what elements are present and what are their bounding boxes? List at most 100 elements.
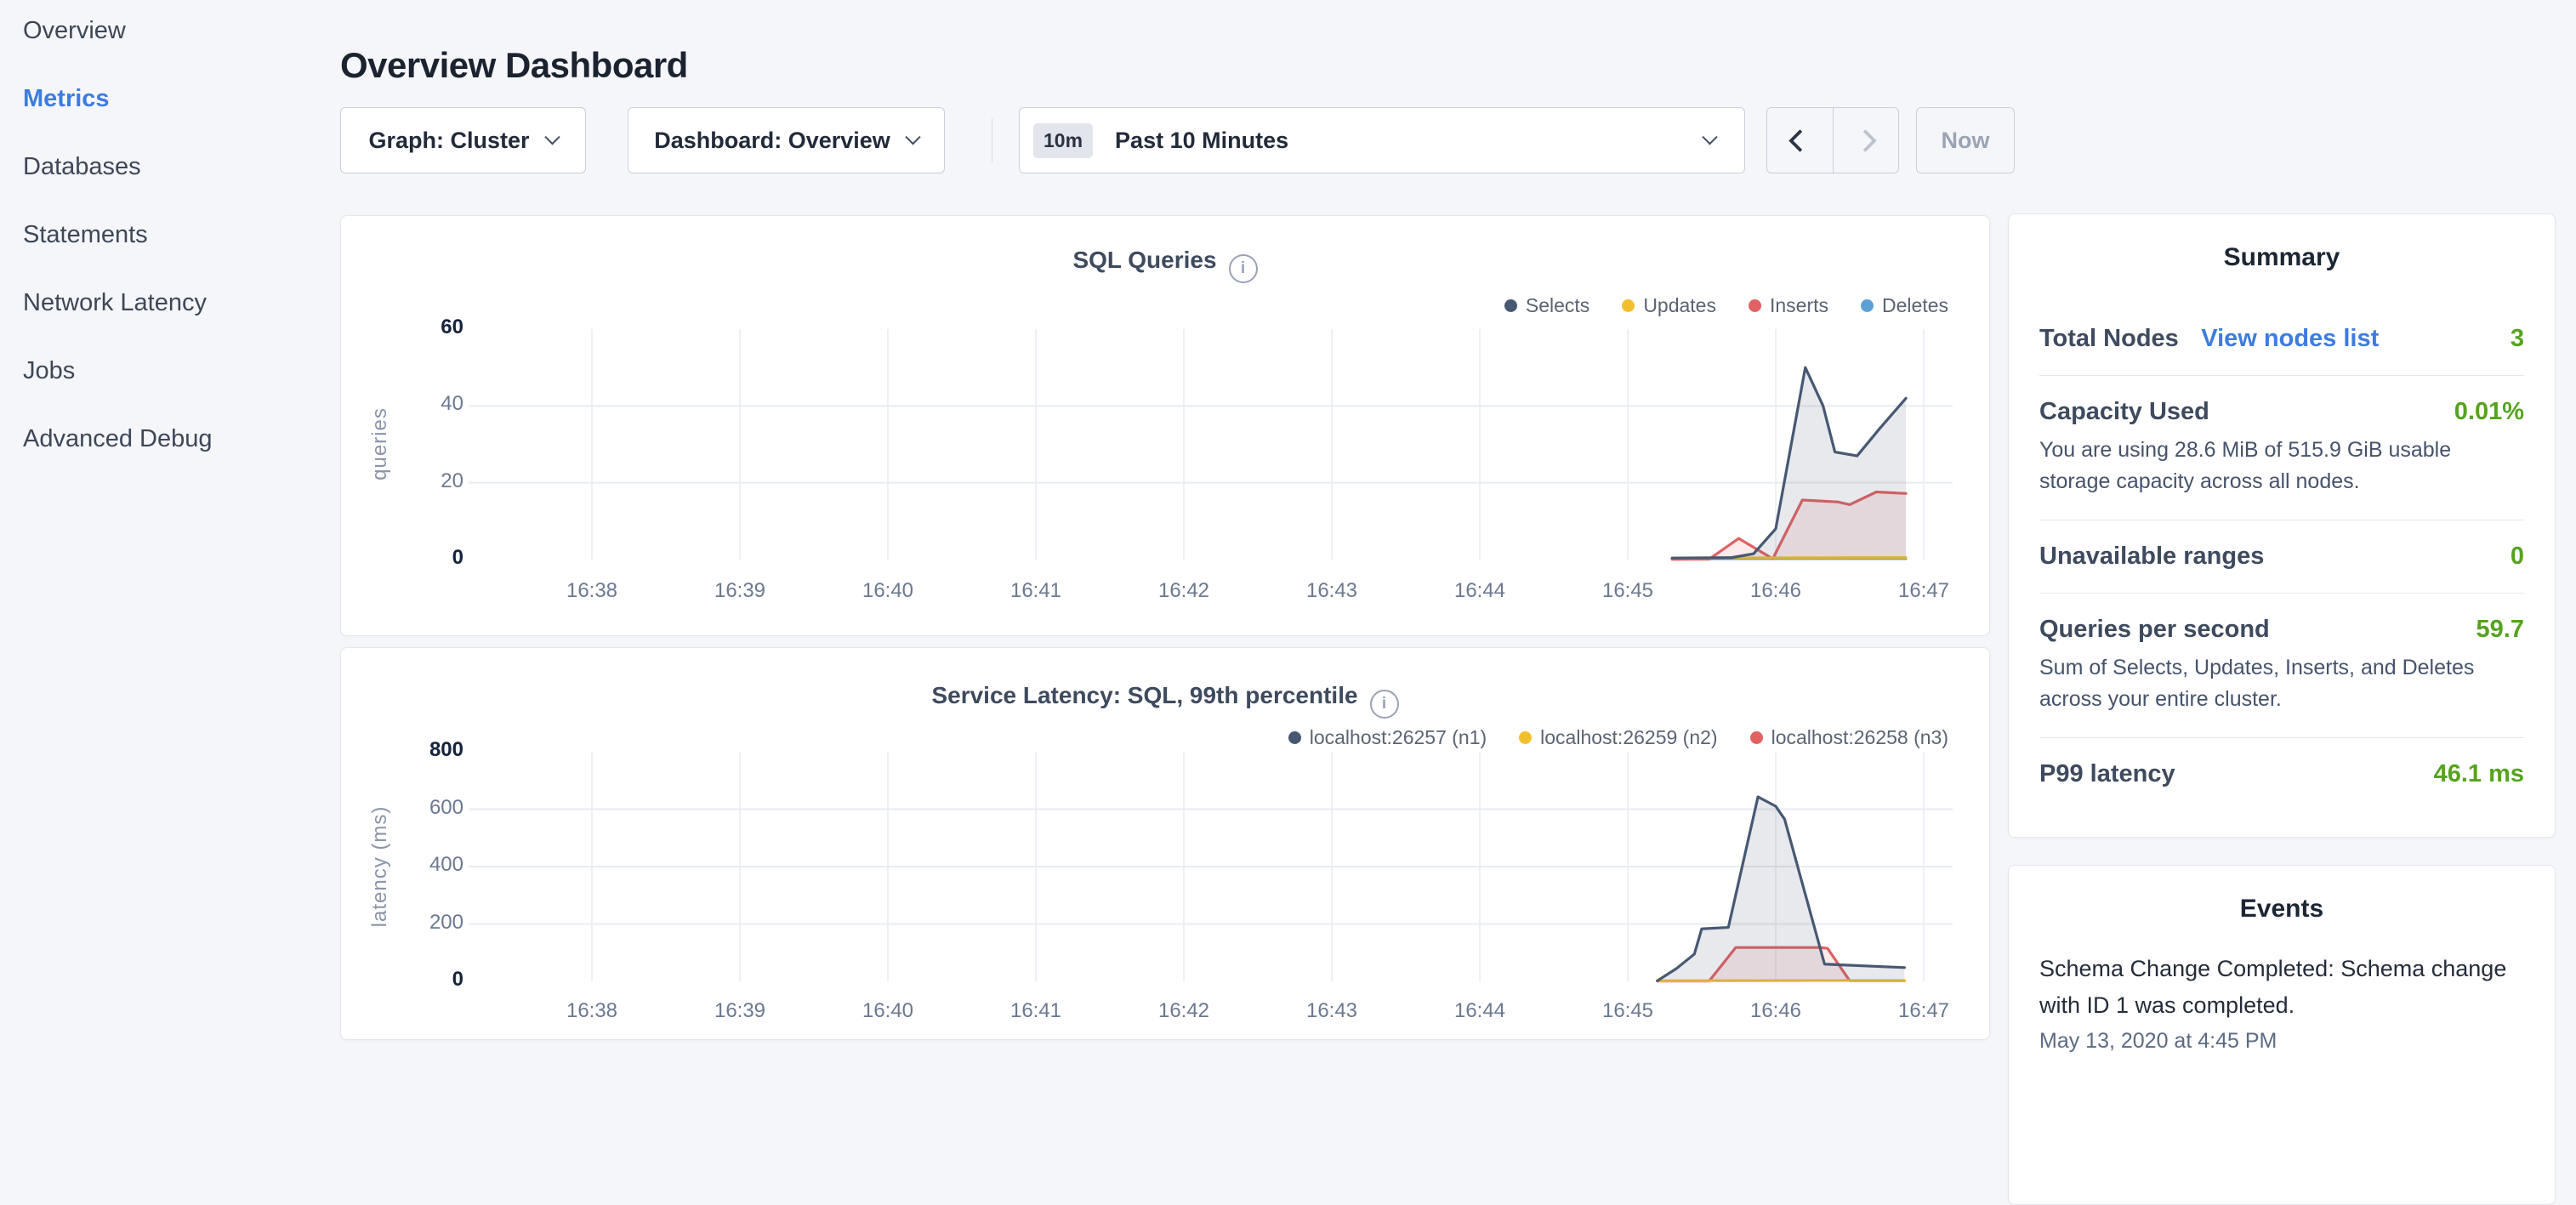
service-latency-plot[interactable]	[469, 747, 1965, 995]
chart-title: Service Latency: SQL, 99th percentile i	[341, 682, 1989, 719]
legend-dot-icon	[1622, 299, 1635, 312]
legend-dot-icon	[1749, 299, 1761, 312]
legend-item: Inserts	[1749, 294, 1828, 317]
events-panel: Events Schema Change Completed: Schema c…	[2008, 865, 2556, 1205]
chart-legend: Selects Updates Inserts Deletes	[1504, 294, 1948, 317]
chart-title-text: SQL Queries	[1072, 247, 1216, 273]
sidebar-item-metrics[interactable]: Metrics	[23, 82, 110, 116]
sql-queries-plot[interactable]	[469, 324, 1965, 566]
legend-label: Selects	[1526, 294, 1589, 317]
chart-title: SQL Queries i	[341, 247, 1989, 283]
time-step-forward-button[interactable]	[1833, 108, 1899, 173]
y-axis-tick-label: 40	[378, 392, 463, 416]
legend-label: localhost:26259 (n2)	[1540, 726, 1717, 749]
sidebar-item-advanced-debug[interactable]: Advanced Debug	[23, 422, 213, 456]
x-axis-tick-label: 16:41	[998, 999, 1074, 1023]
info-icon[interactable]: i	[1370, 690, 1399, 719]
sql-queries-chart-card: SQL Queries i Selects Updates Inserts Delete…	[340, 215, 1990, 636]
legend-label: Updates	[1643, 294, 1716, 317]
x-axis-tick-label: 16:40	[850, 999, 926, 1023]
y-axis-tick-label: 0	[378, 968, 463, 992]
x-axis-tick-label: 16:42	[1146, 999, 1222, 1023]
legend-item: Updates	[1622, 294, 1716, 317]
x-axis-tick-label: 16:43	[1294, 999, 1370, 1023]
summary-value: 46.1 ms	[2434, 760, 2524, 788]
graph-scope-label: Graph: Cluster	[368, 128, 529, 154]
x-axis-tick-label: 16:42	[1146, 579, 1222, 603]
legend-item: Deletes	[1861, 294, 1948, 317]
chevron-left-icon	[1788, 129, 1811, 152]
legend-item: localhost:26257 (n1)	[1288, 726, 1487, 749]
legend-item: localhost:26258 (n3)	[1750, 726, 1948, 749]
summary-row-unavailable-ranges: Unavailable ranges 0	[2039, 543, 2524, 571]
x-axis-tick-label: 16:38	[554, 579, 630, 603]
now-button-label: Now	[1942, 128, 1990, 154]
y-axis-tick-label: 200	[378, 911, 463, 935]
x-axis-tick-label: 16:45	[1589, 999, 1666, 1023]
now-button[interactable]: Now	[1916, 107, 2015, 173]
dashboard-dropdown[interactable]: Dashboard: Overview	[628, 107, 945, 173]
y-axis-tick-label: 600	[378, 796, 463, 820]
x-axis-tick-label: 16:39	[702, 579, 778, 603]
event-list-item[interactable]: Schema Change Completed: Schema change w…	[2039, 951, 2524, 1024]
y-axis-tick-label: 20	[378, 469, 463, 493]
summary-label: Capacity Used	[2039, 398, 2209, 426]
summary-subtext: Sum of Selects, Updates, Inserts, and De…	[2039, 652, 2524, 715]
time-range-badge: 10m	[1033, 123, 1093, 158]
dashboard-dropdown-label: Dashboard: Overview	[654, 128, 890, 154]
summary-label: Unavailable ranges	[2039, 543, 2264, 571]
sidebar-item-network-latency[interactable]: Network Latency	[23, 286, 207, 320]
summary-row-total-nodes: Total Nodes View nodes list 3	[2039, 325, 2524, 353]
legend-dot-icon	[1288, 731, 1301, 744]
summary-title: Summary	[2039, 243, 2524, 272]
legend-label: localhost:26257 (n1)	[1310, 726, 1487, 749]
page-title: Overview Dashboard	[340, 43, 688, 88]
legend-item: localhost:26259 (n2)	[1519, 726, 1717, 749]
x-axis-tick-label: 16:47	[1885, 999, 1962, 1023]
y-axis-tick-label: 0	[378, 546, 463, 570]
x-axis-tick-label: 16:41	[998, 579, 1074, 603]
summary-label: Queries per second	[2039, 616, 2270, 644]
summary-row-capacity-used: Capacity Used 0.01%	[2039, 398, 2524, 426]
sidebar-item-databases[interactable]: Databases	[23, 150, 141, 184]
sidebar-item-statements[interactable]: Statements	[23, 218, 148, 252]
summary-value: 59.7	[2476, 616, 2524, 644]
time-step-buttons	[1766, 107, 1899, 173]
legend-dot-icon	[1861, 299, 1874, 312]
time-range-dropdown[interactable]: 10m Past 10 Minutes	[1019, 107, 1745, 173]
x-axis-tick-label: 16:38	[554, 999, 630, 1023]
info-icon[interactable]: i	[1229, 254, 1258, 283]
x-axis-tick-label: 16:46	[1737, 999, 1814, 1023]
divider	[2039, 737, 2524, 738]
event-timestamp: May 13, 2020 at 4:45 PM	[2039, 1029, 2524, 1054]
view-nodes-list-link[interactable]: View nodes list	[2201, 325, 2379, 352]
chevron-right-icon	[1854, 129, 1877, 152]
sidebar-item-overview[interactable]: Overview	[23, 14, 126, 48]
graph-scope-dropdown[interactable]: Graph: Cluster	[340, 107, 586, 173]
x-axis-tick-label: 16:44	[1442, 999, 1518, 1023]
chevron-down-icon	[1702, 129, 1717, 145]
y-axis-tick-label: 800	[378, 738, 463, 762]
x-axis-tick-label: 16:40	[850, 579, 926, 603]
time-range-label: Past 10 Minutes	[1115, 128, 1288, 154]
summary-panel: Summary Total Nodes View nodes list 3 Ca…	[2008, 213, 2556, 838]
sidebar-item-jobs[interactable]: Jobs	[23, 354, 75, 388]
service-latency-chart-card: Service Latency: SQL, 99th percentile i l…	[340, 647, 1990, 1040]
x-axis-tick-label: 16:46	[1737, 579, 1814, 603]
summary-value: 3	[2511, 325, 2524, 353]
legend-dot-icon	[1750, 731, 1763, 744]
legend-dot-icon	[1519, 731, 1532, 744]
x-axis-tick-label: 16:45	[1589, 579, 1666, 603]
legend-label: localhost:26258 (n3)	[1771, 726, 1948, 749]
y-axis-tick-label: 60	[378, 315, 463, 339]
chart-title-text: Service Latency: SQL, 99th percentile	[931, 682, 1357, 708]
summary-label: Total Nodes	[2039, 325, 2179, 352]
summary-value: 0	[2511, 543, 2524, 571]
chart-legend: localhost:26257 (n1) localhost:26259 (n2)…	[1288, 726, 1948, 749]
divider	[2039, 593, 2524, 594]
chevron-down-icon	[905, 129, 920, 145]
time-step-back-button[interactable]	[1767, 108, 1833, 173]
divider	[2039, 375, 2524, 376]
events-title: Events	[2039, 895, 2524, 924]
summary-label: P99 latency	[2039, 760, 2175, 788]
